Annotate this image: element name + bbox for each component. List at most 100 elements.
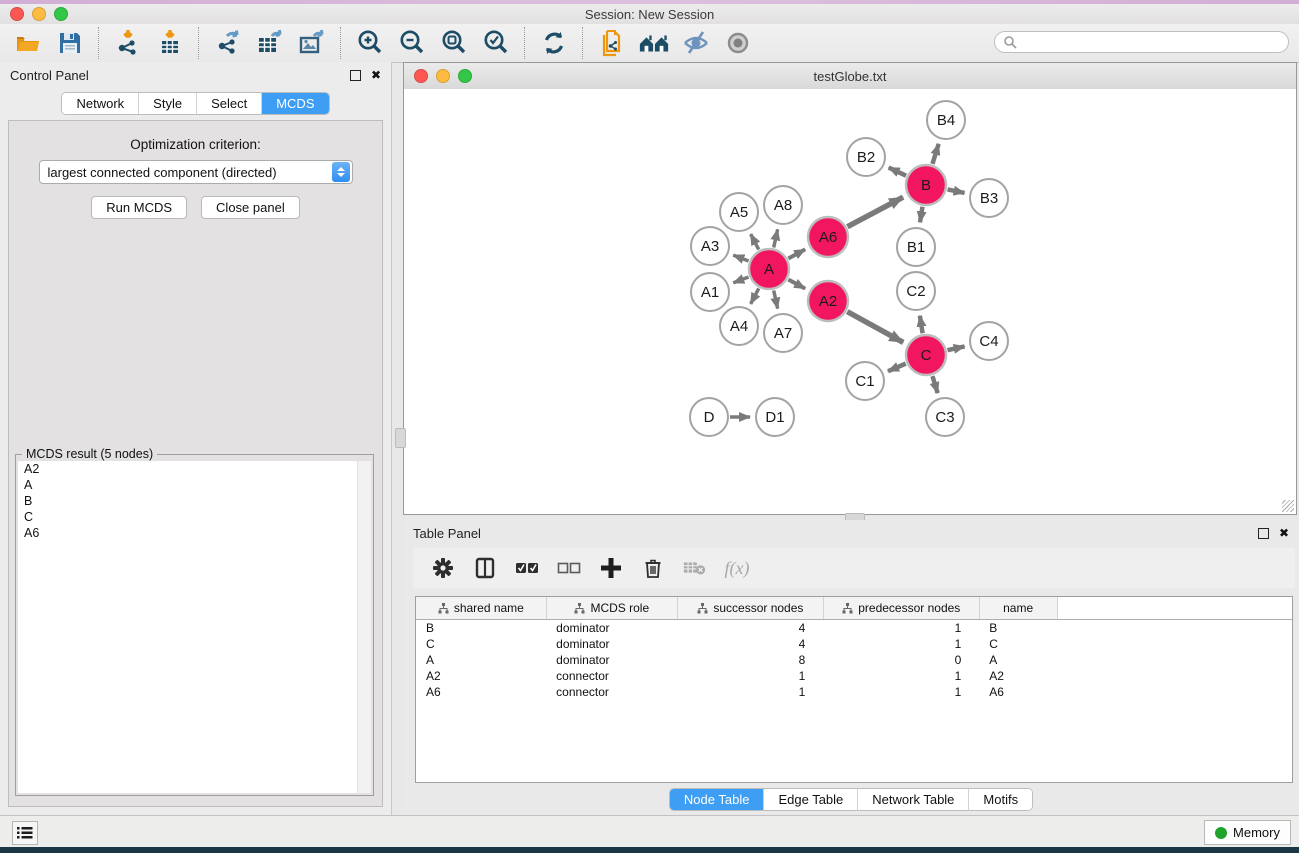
table-settings-button[interactable] — [431, 556, 455, 580]
export-network-button[interactable] — [212, 27, 244, 59]
search-field[interactable] — [994, 31, 1289, 53]
node-B2[interactable]: B2 — [847, 138, 885, 176]
column-header-name[interactable]: name — [979, 597, 1057, 620]
zoom-fit-button[interactable] — [438, 27, 470, 59]
save-session-button[interactable] — [54, 27, 86, 59]
edge-A-A7[interactable] — [774, 290, 778, 308]
table-cell[interactable]: A6 — [416, 684, 546, 700]
edge-A-A3[interactable] — [733, 255, 748, 261]
edge-C-C3[interactable] — [932, 376, 937, 393]
table-cell[interactable]: A6 — [979, 684, 1057, 700]
table-cell[interactable]: A2 — [416, 668, 546, 684]
edge-A-A2[interactable] — [788, 279, 805, 288]
show-columns-button[interactable] — [473, 556, 497, 580]
table-cell[interactable]: 1 — [677, 668, 823, 684]
node-A4[interactable]: A4 — [720, 307, 758, 345]
edge-B-B3[interactable] — [948, 189, 965, 193]
edge-A-A8[interactable] — [774, 229, 778, 247]
refresh-button[interactable] — [538, 27, 570, 59]
edge-C-C2[interactable] — [920, 316, 923, 334]
table-cell[interactable]: 1 — [823, 620, 979, 637]
result-list-item[interactable]: B — [18, 493, 371, 509]
node-A2[interactable]: A2 — [808, 281, 848, 321]
close-panel-icon[interactable]: ✖ — [371, 71, 381, 80]
table-row[interactable]: Bdominator41B — [416, 620, 1292, 637]
node-B4[interactable]: B4 — [927, 101, 965, 139]
network-window-titlebar[interactable]: testGlobe.txt — [404, 63, 1296, 90]
table-cell[interactable]: 0 — [823, 652, 979, 668]
table-cell[interactable]: dominator — [546, 620, 677, 637]
edge-A6-B[interactable] — [847, 197, 903, 227]
node-C[interactable]: C — [906, 335, 946, 375]
table-cell[interactable]: A — [416, 652, 546, 668]
node-C1[interactable]: C1 — [846, 362, 884, 400]
result-list-item[interactable]: A2 — [18, 461, 371, 477]
table-cell[interactable]: C — [416, 636, 546, 652]
export-table-button[interactable] — [254, 27, 286, 59]
tab-motifs[interactable]: Motifs — [968, 789, 1032, 810]
tab-edge-table[interactable]: Edge Table — [763, 789, 857, 810]
table-cell[interactable]: connector — [546, 668, 677, 684]
deselect-all-button[interactable] — [557, 556, 581, 580]
node-C3[interactable]: C3 — [926, 398, 964, 436]
table-float-panel-icon[interactable] — [1258, 528, 1269, 539]
export-image-button[interactable] — [296, 27, 328, 59]
network-graph[interactable]: AA1A2A3A4A5A6A7A8BB1B2B3B4CC1C2C3C4DD1 — [404, 89, 1296, 514]
table-cell[interactable]: 4 — [677, 636, 823, 652]
table-cell[interactable]: C — [979, 636, 1057, 652]
criterion-dropdown[interactable]: largest connected component (directed) — [39, 160, 353, 184]
eye-button[interactable] — [722, 27, 754, 59]
open-session-button[interactable] — [12, 27, 44, 59]
delete-table-button[interactable] — [683, 556, 707, 580]
clone-network-button[interactable] — [596, 27, 628, 59]
float-panel-icon[interactable] — [350, 70, 361, 81]
node-A6[interactable]: A6 — [808, 217, 848, 257]
node-B3[interactable]: B3 — [970, 179, 1008, 217]
node-A[interactable]: A — [749, 249, 789, 289]
table-cell[interactable]: B — [416, 620, 546, 637]
edge-A-A5[interactable] — [751, 234, 759, 249]
result-scrollbar[interactable] — [357, 461, 371, 793]
mcds-result-list[interactable]: A2ABCA6 — [18, 461, 371, 793]
table-row[interactable]: A6connector11A6 — [416, 684, 1292, 700]
table-cell[interactable]: B — [979, 620, 1057, 637]
table-cell[interactable]: 1 — [823, 636, 979, 652]
edge-C-C1[interactable] — [888, 364, 906, 372]
result-list-item[interactable]: C — [18, 509, 371, 525]
node-A8[interactable]: A8 — [764, 186, 802, 224]
table-cell[interactable]: dominator — [546, 636, 677, 652]
run-mcds-button[interactable]: Run MCDS — [91, 196, 187, 219]
edge-C-C4[interactable] — [947, 346, 964, 350]
node-B[interactable]: B — [906, 165, 946, 205]
table-row[interactable]: A2connector11A2 — [416, 668, 1292, 684]
zoom-selected-button[interactable] — [480, 27, 512, 59]
table-row[interactable]: Cdominator41C — [416, 636, 1292, 652]
node-A1[interactable]: A1 — [691, 273, 729, 311]
node-A7[interactable]: A7 — [764, 314, 802, 352]
result-list-item[interactable]: A6 — [18, 525, 371, 541]
edge-A2-C[interactable] — [847, 312, 903, 343]
table-cell[interactable]: dominator — [546, 652, 677, 668]
zoom-in-button[interactable] — [354, 27, 386, 59]
node-table-grid[interactable]: shared nameMCDS rolesuccessor nodesprede… — [416, 597, 1292, 700]
tab-style[interactable]: Style — [138, 93, 196, 114]
edge-B-B2[interactable] — [889, 168, 906, 176]
table-cell[interactable]: A — [979, 652, 1057, 668]
table-cell[interactable]: 1 — [823, 684, 979, 700]
column-header-predecessor-nodes[interactable]: predecessor nodes — [823, 597, 979, 620]
tab-select[interactable]: Select — [196, 93, 261, 114]
table-cell[interactable]: 1 — [823, 668, 979, 684]
window-resize-grip[interactable] — [1282, 500, 1294, 512]
table-row[interactable]: Adominator80A — [416, 652, 1292, 668]
hide-details-button[interactable] — [680, 27, 712, 59]
column-header-shared-name[interactable]: shared name — [416, 597, 546, 620]
edge-A-A4[interactable] — [751, 288, 759, 303]
home-button[interactable] — [638, 27, 670, 59]
edge-A-A6[interactable] — [788, 249, 805, 258]
search-input[interactable] — [1021, 32, 1288, 52]
function-builder-button[interactable]: f(x) — [725, 556, 749, 580]
table-cell[interactable]: A2 — [979, 668, 1057, 684]
edge-B-B1[interactable] — [920, 207, 923, 223]
edge-A-A1[interactable] — [733, 277, 748, 283]
edge-B-B4[interactable] — [932, 144, 938, 164]
